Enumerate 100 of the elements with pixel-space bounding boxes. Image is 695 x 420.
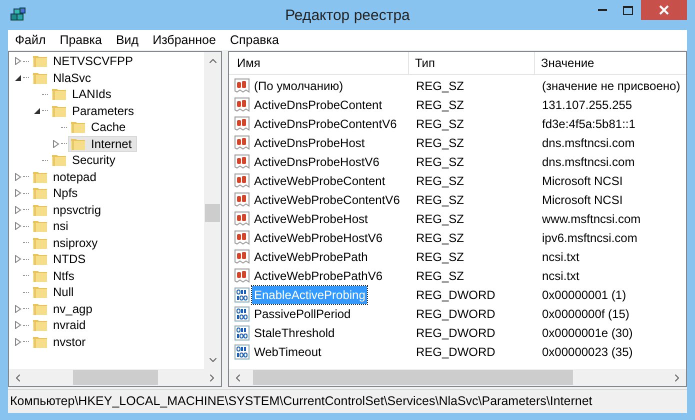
- table-cell-text: REG_SZ: [415, 116, 466, 132]
- vertical-scrollbar[interactable]: [204, 52, 221, 369]
- table-cell-text: REG_SZ: [415, 134, 466, 152]
- table-cell-text: 0x00000001 (1): [541, 286, 628, 304]
- horizontal-scrollbar[interactable]: [229, 369, 686, 386]
- expand-arrow-icon[interactable]: [14, 189, 22, 198]
- value-name[interactable]: ActiveWebProbeHost: [252, 210, 370, 228]
- menu-item[interactable]: Правка: [60, 30, 102, 50]
- close-button[interactable]: [641, 0, 687, 20]
- tree-item[interactable]: Null: [30, 284, 79, 300]
- value-name[interactable]: (По умолчанию): [252, 76, 346, 94]
- minimize-icon: [598, 9, 606, 11]
- tree-item[interactable]: npsvctrig: [30, 202, 106, 218]
- folder-icon: [32, 268, 48, 283]
- folder-icon: [32, 186, 48, 200]
- tree-item[interactable]: nsiproxy: [30, 234, 103, 251]
- value-name[interactable]: ActiveWebProbePathV6: [252, 266, 385, 284]
- folder-icon: [32, 70, 48, 85]
- tree-item[interactable]: NTDS: [30, 251, 91, 268]
- scrollbar-thumb[interactable]: [73, 370, 158, 385]
- tree-item[interactable]: nvraid: [30, 317, 91, 334]
- table-cell-text: 131.107.255.255: [541, 96, 634, 114]
- folder-icon: [32, 170, 48, 184]
- folder-icon: [32, 318, 48, 332]
- table-cell-text: REG_SZ: [415, 192, 466, 208]
- tree-item[interactable]: Internet: [68, 136, 137, 152]
- table-cell-text: dns.msftncsi.com: [541, 134, 636, 152]
- column-header[interactable]: Значение: [535, 52, 686, 74]
- string-value-icon: [234, 172, 250, 188]
- expand-arrow-icon[interactable]: [14, 321, 22, 330]
- expand-arrow-icon[interactable]: [14, 304, 22, 313]
- table-cell-text: dns.msftncsi.com: [541, 154, 636, 170]
- tree-item[interactable]: LANIds: [49, 86, 116, 102]
- scrollbar-thumb[interactable]: [253, 370, 573, 385]
- tree-item[interactable]: nsi: [30, 218, 74, 234]
- value-name[interactable]: ActiveWebProbeHostV6: [252, 228, 385, 246]
- value-name[interactable]: ActiveDnsProbeHostV6: [252, 152, 382, 170]
- folder-icon: [32, 302, 48, 316]
- maximize-icon: [623, 6, 633, 14]
- value-name[interactable]: ActiveDnsProbeContent: [252, 96, 384, 114]
- folder-icon: [70, 120, 86, 134]
- tree-item[interactable]: Cache: [68, 119, 131, 136]
- horizontal-scrollbar[interactable]: [9, 369, 221, 386]
- expand-arrow-icon[interactable]: [14, 222, 22, 230]
- binary-value-icon: [234, 344, 250, 360]
- table-cell-text: REG_DWORD: [415, 306, 496, 322]
- window-title: Редактор реестра: [284, 6, 411, 26]
- tree-item[interactable]: nv_agp: [30, 300, 98, 317]
- value-name[interactable]: ActiveWebProbePath: [252, 248, 370, 266]
- value-name[interactable]: ActiveWebProbeContent: [252, 172, 388, 190]
- table-cell-text: REG_SZ: [415, 210, 466, 228]
- value-name[interactable]: PassivePollPeriod: [252, 304, 353, 322]
- collapse-arrow-icon[interactable]: [33, 106, 41, 115]
- expand-arrow-icon[interactable]: [14, 206, 22, 214]
- value-name[interactable]: ActiveDnsProbeHost: [252, 134, 367, 152]
- folder-icon: [32, 252, 48, 266]
- tree-item[interactable]: Npfs: [30, 185, 83, 202]
- folder-icon: [51, 153, 67, 168]
- folder-icon: [32, 219, 48, 234]
- tree-item[interactable]: Security: [49, 152, 120, 168]
- folder-icon: [32, 202, 48, 217]
- tree-item[interactable]: NlaSvc: [30, 70, 96, 86]
- folder-icon: [32, 54, 48, 68]
- table-cell-text: ncsi.txt: [541, 248, 580, 266]
- string-value-icon: [234, 248, 250, 264]
- table-cell-text: (значение не присвоено): [541, 78, 682, 94]
- expand-arrow-icon[interactable]: [52, 140, 60, 148]
- column-header[interactable]: Имя: [229, 52, 409, 74]
- menu-item[interactable]: Справка: [230, 30, 279, 50]
- column-header[interactable]: Тип: [409, 52, 535, 74]
- expand-arrow-icon[interactable]: [14, 57, 22, 66]
- string-value-icon: [234, 210, 250, 226]
- binary-value-icon: [234, 286, 250, 302]
- menu-item[interactable]: Вид: [116, 30, 139, 50]
- value-name[interactable]: ActiveWebProbeContentV6: [252, 190, 402, 208]
- tree-item[interactable]: notepad: [30, 168, 102, 185]
- table-cell-text: 0x0000001e (30): [541, 324, 634, 342]
- table-cell-text: ipv6.msftncsi.com: [541, 230, 638, 246]
- collapse-arrow-icon[interactable]: [14, 74, 22, 82]
- value-name[interactable]: ActiveDnsProbeContentV6: [252, 114, 399, 132]
- string-value-icon: [234, 134, 250, 150]
- folder-icon: [32, 334, 48, 349]
- scrollbar-thumb[interactable]: [205, 204, 220, 222]
- value-name[interactable]: WebTimeout: [252, 342, 324, 360]
- binary-value-icon: [234, 306, 250, 322]
- table-cell-text: REG_SZ: [415, 172, 466, 190]
- menu-item[interactable]: Избранное: [152, 30, 216, 50]
- expand-arrow-icon[interactable]: [14, 338, 22, 346]
- tree-item[interactable]: NETVSCVFPP: [30, 53, 138, 70]
- value-name[interactable]: StaleThreshold: [252, 324, 337, 342]
- table-cell-text: Microsoft NCSI: [541, 192, 624, 208]
- expand-arrow-icon[interactable]: [14, 255, 22, 264]
- menu-item[interactable]: Файл: [15, 30, 46, 50]
- string-value-icon: [234, 96, 250, 112]
- table-cell-text: 0x00000023 (35): [541, 344, 634, 360]
- table-cell-text: REG_DWORD: [415, 324, 496, 342]
- tree-item[interactable]: Ntfs: [30, 268, 80, 284]
- tree-item[interactable]: Parameters: [49, 102, 140, 119]
- expand-arrow-icon[interactable]: [14, 172, 22, 181]
- tree-item[interactable]: nvstor: [30, 334, 91, 350]
